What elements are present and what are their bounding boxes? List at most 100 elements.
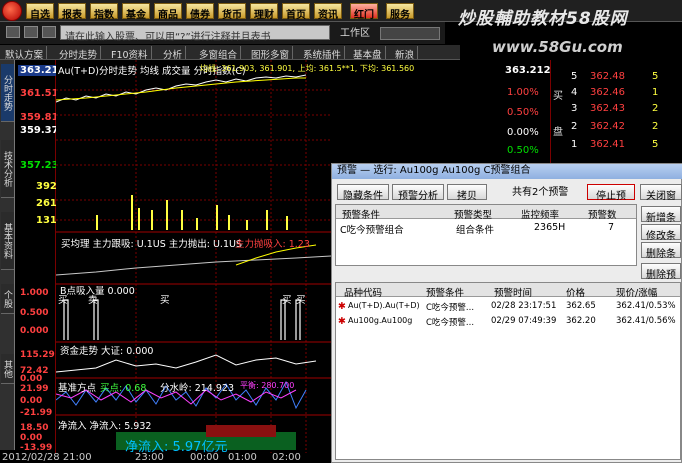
menu-shangpin[interactable]: 商品 xyxy=(154,3,182,21)
work-area-selector[interactable] xyxy=(380,27,440,40)
cond-header-name: 预警条件 xyxy=(342,210,381,221)
forward-icon[interactable] xyxy=(24,26,38,38)
alert-list-row[interactable]: ✱ Au(T+D).Au(T+D) C吃今预警... 02/28 23:17:5… xyxy=(336,299,680,313)
tab-default[interactable]: 默认方案 xyxy=(2,46,48,61)
orderbook-level-5-vol: 5 xyxy=(652,71,659,82)
delete-alert-button[interactable]: 删除预警 xyxy=(641,263,681,296)
main-force-label: 买均理 主力跟吸: U.1US 主力抛出: U.1US xyxy=(61,239,242,250)
orderbook-level-2-price: 362.42 xyxy=(590,121,625,132)
menu-zhishu[interactable]: 指数 xyxy=(90,3,118,21)
close-window-button[interactable]: 关闭窗口 xyxy=(640,184,682,217)
pct-4: 0.50% xyxy=(507,145,539,156)
pct-2: 0.50% xyxy=(507,107,539,118)
work-area-label[interactable]: 工作区 xyxy=(340,29,370,39)
cond-row-count: 7 xyxy=(608,222,615,233)
alert-row-price: 362.65 xyxy=(566,301,596,311)
cond-header-type: 预警类型 xyxy=(454,210,493,221)
cond-row-type: 组合条件 xyxy=(456,225,495,236)
app-logo-icon[interactable] xyxy=(2,1,22,21)
delete-condition-button[interactable]: 删除条件 xyxy=(641,242,681,275)
orderbook-level-3-price: 362.43 xyxy=(590,103,625,114)
pct-3: 0.00% xyxy=(507,127,539,138)
axis-vol-1: 392 xyxy=(36,181,57,192)
alert-analysis-button[interactable]: 预警分析 xyxy=(392,184,444,202)
orderbook-level-3-num: 3 xyxy=(571,103,578,114)
time-label-3: 01:00 xyxy=(228,452,257,463)
axis-price-3: 359.37 xyxy=(20,125,59,136)
menu-zhaiquan[interactable]: 债券 xyxy=(186,3,214,21)
axis-vol-2: 261 xyxy=(36,198,57,209)
menu-licai[interactable]: 理财 xyxy=(250,3,278,21)
axis-sub2-top: 115.29 xyxy=(20,350,55,360)
axis-net-top: 18.50 xyxy=(20,423,49,433)
vtab-other[interactable]: 其他 xyxy=(1,354,14,384)
alert-list-row[interactable]: ✱ Au100g.Au100g C吃今预警... 02/29 07:49:39 … xyxy=(336,314,680,328)
sub3-title: 基准方点 xyxy=(58,383,97,394)
sub1-mark-sell: 卖 xyxy=(88,295,98,306)
menu-hongmen[interactable]: 红门 xyxy=(350,3,378,21)
alert-row-now: 362.41/0.53% xyxy=(616,301,676,311)
list-header-cond: 预警条件 xyxy=(426,288,465,299)
cond-row-name: C吃今预警组合 xyxy=(340,225,404,236)
menu-huobi[interactable]: 货币 xyxy=(218,3,246,21)
tab-graph-multi[interactable]: 图形多窗 xyxy=(248,46,294,61)
search-input[interactable]: 请在此输入股票、可以用“?”进行注释并且表书 xyxy=(60,25,330,43)
intraday-chart[interactable] xyxy=(56,60,331,453)
tab-multiwindow[interactable]: 多窗组合 xyxy=(196,46,242,61)
home-icon[interactable] xyxy=(42,26,56,38)
orderbook-divider xyxy=(550,60,551,163)
tab-basic[interactable]: 基本盘 xyxy=(350,46,386,61)
orderbook-level-3-vol: 2 xyxy=(652,103,659,114)
stop-alert-button[interactable]: 停止预警 xyxy=(587,184,635,217)
axis-price-1: 361.51 xyxy=(20,88,59,99)
menu-fuwu[interactable]: 服务 xyxy=(386,3,414,21)
add-condition-button[interactable]: 新增条件 xyxy=(641,206,681,239)
axis-sub3-top: 21.99 xyxy=(20,384,49,394)
watermark-url: www.58Gu.com xyxy=(492,38,623,56)
hide-conditions-button[interactable]: 隐藏条件 xyxy=(337,184,389,202)
vtab-basic-info[interactable]: 基本资料 xyxy=(1,212,14,270)
menu-jijin[interactable]: 基金 xyxy=(122,3,150,21)
alert-dialog: 预警 — 选行: Au100g Au100g C预警组合 隐藏条件 预警分析 拷… xyxy=(331,163,682,463)
tab-plugins[interactable]: 系统插件 xyxy=(300,46,346,61)
condition-grid-header: 预警条件 预警类型 监控频率 预警数 xyxy=(336,205,636,221)
vtab-technical[interactable]: 技术分析 xyxy=(1,140,14,198)
orderbook-level-5-num: 5 xyxy=(571,71,578,82)
sub3-value-divide: 分水岭: 214.923 xyxy=(160,383,235,394)
vtab-fenshi[interactable]: 分时走势 xyxy=(1,64,14,122)
orderbook-level-4-vol: 1 xyxy=(652,87,659,98)
tab-sina[interactable]: 新浪 xyxy=(392,46,419,61)
cond-row-freq: 2365H xyxy=(534,222,566,233)
tab-analysis[interactable]: 分析 xyxy=(160,46,187,61)
pct-1: 1.00% xyxy=(507,87,539,98)
menu-zixuan[interactable]: 自选 xyxy=(26,3,54,21)
tab-fenshi[interactable]: 分时走势 xyxy=(56,46,102,61)
back-icon[interactable] xyxy=(6,26,20,38)
time-label-2: 00:00 xyxy=(190,452,219,463)
copy-button[interactable]: 拷贝 xyxy=(447,184,487,202)
sub3-value-buy: 买点: 0.68 xyxy=(100,383,147,394)
time-label-0: 2012/02/28 21:00 xyxy=(2,452,92,463)
list-header-code: 品种代码 xyxy=(344,288,383,299)
orderbook-level-2-num: 2 xyxy=(571,121,578,132)
axis-sub3-mid: 0.00 xyxy=(20,396,43,406)
menu-zixun[interactable]: 资讯 xyxy=(314,3,342,21)
axis-sub3-bottom: -21.99 xyxy=(20,408,53,418)
menu-baobiao[interactable]: 报表 xyxy=(58,3,86,21)
edit-condition-button[interactable]: 修改条件 xyxy=(641,224,681,257)
menu-shouye[interactable]: 首页 xyxy=(282,3,310,21)
orderbook-level-1-num: 1 xyxy=(571,139,578,150)
time-label-1: 23:00 xyxy=(135,452,164,463)
alert-row-now: 362.41/0.56% xyxy=(616,316,676,326)
condition-row[interactable]: C吃今预警组合 组合条件 2365H 7 xyxy=(336,220,636,236)
tab-f10[interactable]: F10资料 xyxy=(108,46,152,61)
orderbook-side-buy: 买 xyxy=(553,91,563,102)
sub1-mark-right2: 买 xyxy=(296,295,306,306)
alert-row-code: Au100g.Au100g xyxy=(348,316,413,325)
axis-sub1-top: 1.000 xyxy=(20,288,49,298)
dialog-title[interactable]: 预警 — 选行: Au100g Au100g C预警组合 xyxy=(332,164,682,179)
sub1-mark-buy2: 买 xyxy=(160,295,170,306)
alert-row-time: 02/28 23:17:51 xyxy=(491,301,557,311)
sub1-mark-buy1: 买 xyxy=(58,295,68,306)
vtab-stock[interactable]: 个股 xyxy=(1,284,14,314)
